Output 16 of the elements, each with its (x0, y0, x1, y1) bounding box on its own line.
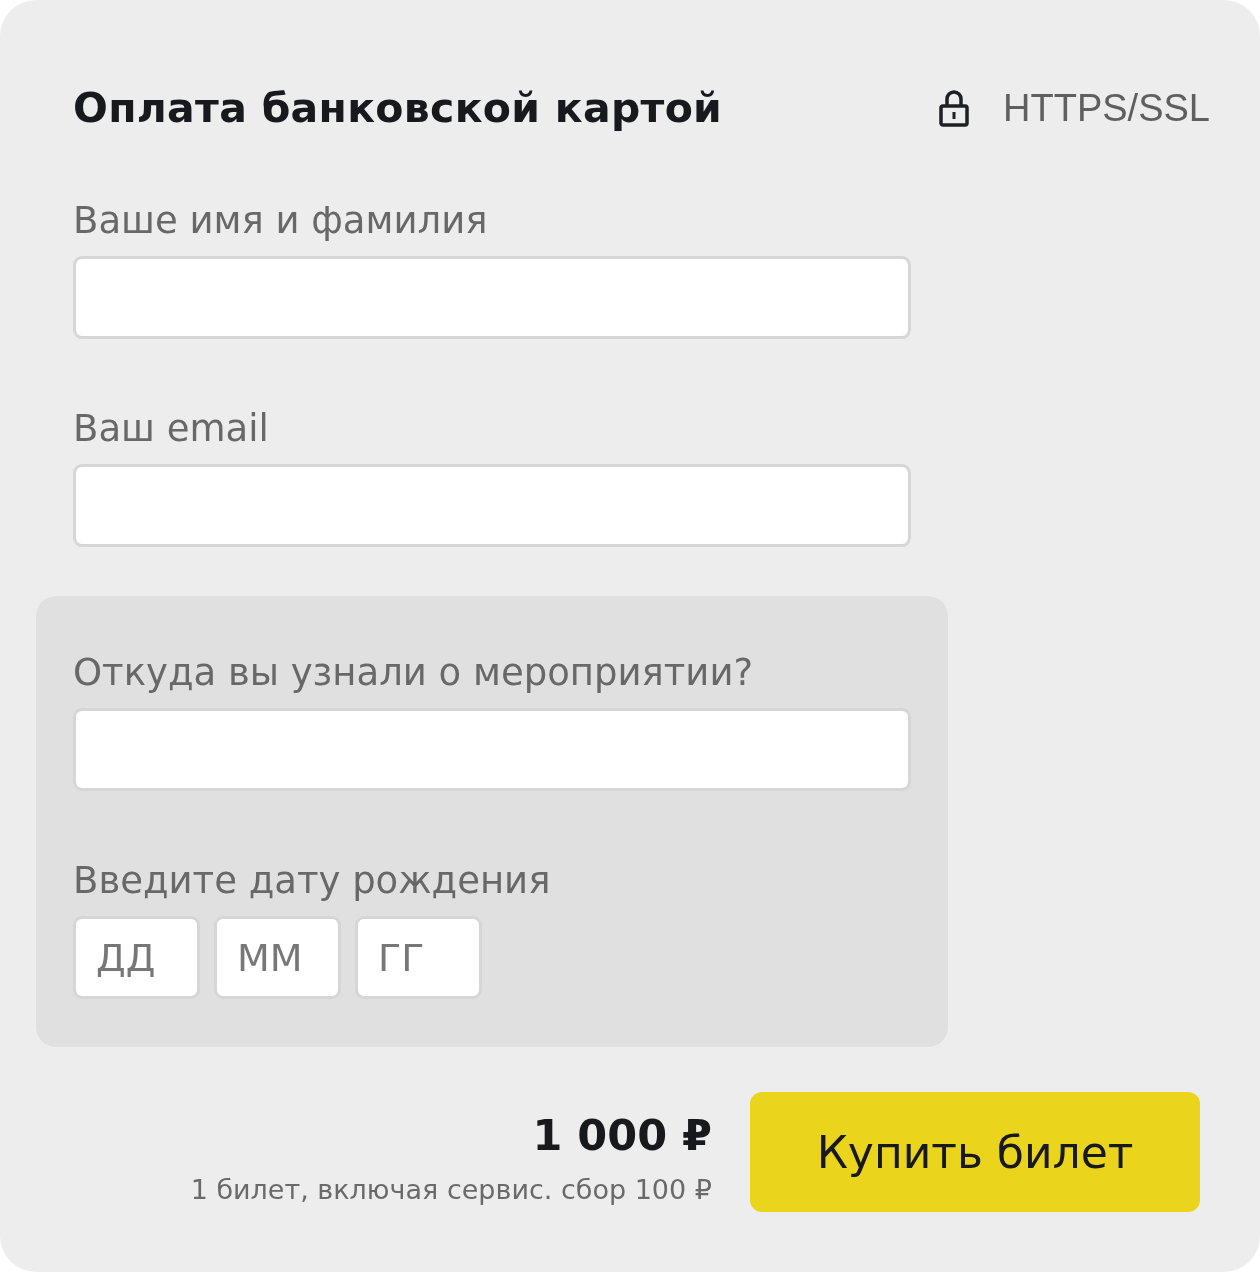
price-note: 1 билет, включая сервис. сбор 100 ₽ (190, 1173, 712, 1205)
buy-button[interactable]: Купить билет (750, 1092, 1200, 1212)
field-label: Ваш email (73, 406, 270, 452)
field-label: Введите дату рождения (73, 858, 552, 904)
field-label: Ваше имя и фамилия (73, 198, 489, 244)
price: 1 000 ₽ (532, 1109, 712, 1160)
date-field[interactable]: ДД (73, 916, 200, 999)
input-field[interactable] (73, 708, 911, 791)
security-label: HTTPS/SSL (1003, 86, 1210, 130)
date-field[interactable]: ГГ (355, 916, 482, 999)
input-field[interactable] (73, 464, 911, 547)
lock-icon (939, 89, 970, 127)
input-field[interactable] (73, 256, 911, 339)
date-field[interactable]: ММ (214, 916, 341, 999)
field-label: Откуда вы узнали о мероприятии? (73, 650, 755, 696)
form-title: Оплата банковской картой (73, 84, 723, 132)
